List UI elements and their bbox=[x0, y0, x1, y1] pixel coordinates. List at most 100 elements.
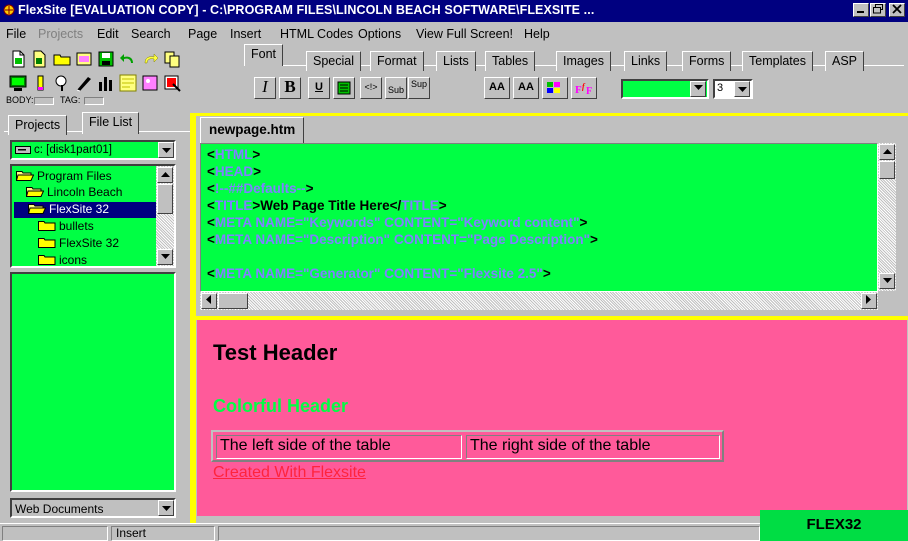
code-editor[interactable]: <HTML> <HEAD> <!--##Defaults--> <TITLE>W… bbox=[200, 143, 878, 292]
scroll-down-button[interactable] bbox=[157, 249, 173, 265]
code-scroll-right[interactable] bbox=[861, 293, 877, 309]
code-scroll-up[interactable] bbox=[879, 144, 895, 160]
drive-dropdown[interactable] bbox=[158, 142, 174, 158]
close-button[interactable] bbox=[889, 3, 905, 17]
main-toolbar: BODY: TAG: bbox=[6, 47, 240, 107]
tree-scroll-thumb[interactable] bbox=[157, 184, 173, 214]
menu-view-full-screen[interactable]: View Full Screen! bbox=[416, 27, 513, 41]
tab-projects[interactable]: Projects bbox=[8, 115, 68, 135]
tag-swatch[interactable] bbox=[84, 97, 104, 105]
tab-links[interactable]: Links bbox=[624, 51, 668, 71]
tab-asp[interactable]: ASP bbox=[825, 51, 865, 71]
code-hscroll-thumb[interactable] bbox=[218, 293, 248, 309]
window-title: FlexSite [EVALUATION COPY] - C:\PROGRAM … bbox=[18, 3, 595, 17]
scroll-up-button[interactable] bbox=[157, 167, 173, 183]
underline-button[interactable]: U bbox=[308, 77, 330, 99]
file-list[interactable] bbox=[10, 272, 176, 492]
folder-label: Lincoln Beach bbox=[47, 185, 123, 199]
spell-check-icon[interactable] bbox=[30, 73, 50, 93]
file-tab-newpage[interactable]: newpage.htm bbox=[200, 117, 305, 143]
folder-label: icons bbox=[59, 253, 88, 267]
tab-lists[interactable]: Lists bbox=[436, 51, 476, 71]
new-document-icon[interactable] bbox=[30, 49, 50, 69]
menu-bar: File Projects Edit Search Page Insert HT… bbox=[0, 24, 908, 44]
tree-item-flexsite-32[interactable]: FlexSite 32 bbox=[38, 236, 119, 252]
new-page-icon[interactable] bbox=[8, 49, 28, 69]
file-filter-select[interactable]: Web Documents bbox=[10, 498, 176, 518]
tab-file-list[interactable]: File List bbox=[82, 112, 140, 134]
save-icon[interactable] bbox=[96, 49, 116, 69]
tree-item-icons[interactable]: icons bbox=[38, 253, 88, 267]
title-bar: FlexSite [EVALUATION COPY] - C:\PROGRAM … bbox=[0, 0, 908, 22]
drive-label: c: [disk1part01] bbox=[34, 144, 112, 156]
redo-icon[interactable] bbox=[140, 49, 160, 69]
menu-page[interactable]: Page bbox=[188, 27, 217, 41]
tree-item-lincoln-beach[interactable]: Lincoln Beach bbox=[26, 185, 122, 201]
monitor-icon[interactable] bbox=[8, 73, 28, 93]
code-vscroll-thumb[interactable] bbox=[879, 161, 895, 179]
menu-options[interactable]: Options bbox=[358, 27, 401, 41]
code-hscrollbar[interactable] bbox=[200, 292, 878, 310]
copy-icon[interactable] bbox=[162, 49, 182, 69]
preview-created-link[interactable]: Created With Flexsite bbox=[213, 464, 366, 482]
image-icon[interactable] bbox=[140, 73, 160, 93]
chart-icon[interactable] bbox=[96, 73, 116, 93]
align-icon bbox=[337, 81, 351, 95]
font-size-down-button[interactable]: AA bbox=[513, 77, 539, 99]
code-scroll-down[interactable] bbox=[879, 273, 895, 289]
minimize-button[interactable] bbox=[853, 3, 869, 17]
font-size-dropdown[interactable] bbox=[734, 81, 750, 97]
body-swatch[interactable] bbox=[34, 97, 54, 105]
bold-button[interactable]: B bbox=[279, 77, 301, 99]
find-icon[interactable] bbox=[52, 73, 72, 93]
edit-pen-icon[interactable] bbox=[74, 73, 94, 93]
tab-templates[interactable]: Templates bbox=[742, 51, 813, 71]
menu-projects[interactable]: Projects bbox=[38, 27, 83, 41]
tab-forms[interactable]: Forms bbox=[682, 51, 732, 71]
code-scroll-left[interactable] bbox=[201, 293, 217, 309]
menu-search[interactable]: Search bbox=[131, 27, 171, 41]
code-line: <HEAD> bbox=[207, 164, 261, 179]
superscript-button[interactable]: Sup bbox=[408, 77, 430, 99]
publish-icon[interactable] bbox=[162, 73, 182, 93]
code-tag-token: META NAME="Generator" CONTENT="Flexsite … bbox=[214, 266, 543, 281]
italic-button[interactable]: I bbox=[254, 77, 276, 99]
open-folder-icon[interactable] bbox=[52, 49, 72, 69]
code-text-token: Web Page Title Here bbox=[260, 198, 390, 213]
maximize-button[interactable] bbox=[870, 3, 886, 17]
comment-button[interactable]: <!> bbox=[360, 77, 382, 99]
tree-item-bullets[interactable]: bullets bbox=[38, 219, 94, 235]
tree-item-program-files[interactable]: Program Files bbox=[16, 169, 112, 185]
font-size-up-button[interactable]: AA bbox=[484, 77, 510, 99]
tab-special[interactable]: Special bbox=[306, 51, 361, 71]
code-text-token: </ bbox=[389, 198, 402, 213]
tab-tables[interactable]: Tables bbox=[485, 51, 536, 71]
code-line: <!--##Defaults--> bbox=[207, 181, 314, 196]
subscript-button[interactable]: Sub bbox=[385, 77, 407, 99]
folder-icon bbox=[38, 238, 56, 248]
filter-dropdown[interactable] bbox=[158, 500, 174, 516]
preview-test-header: Test Header bbox=[213, 340, 338, 365]
tab-font[interactable]: Font bbox=[244, 44, 284, 66]
menu-edit[interactable]: Edit bbox=[97, 27, 119, 41]
color-picker-button[interactable] bbox=[542, 77, 568, 99]
tree-item-flexsite-32-selected[interactable]: FlexSite 32 bbox=[14, 202, 156, 218]
undo-icon[interactable] bbox=[118, 49, 138, 69]
menu-html-codes[interactable]: HTML Codes bbox=[280, 27, 353, 41]
menu-insert[interactable]: Insert bbox=[230, 27, 261, 41]
color-select-dropdown[interactable] bbox=[690, 81, 706, 97]
tab-format[interactable]: Format bbox=[370, 51, 424, 71]
menu-help[interactable]: Help bbox=[524, 27, 550, 41]
align-button[interactable] bbox=[333, 77, 355, 99]
editor-top-border bbox=[196, 113, 908, 116]
arrow-down-icon bbox=[882, 278, 892, 283]
menu-file[interactable]: File bbox=[6, 27, 26, 41]
form-icon[interactable] bbox=[118, 73, 138, 93]
tab-images[interactable]: Images bbox=[556, 51, 611, 71]
drive-select[interactable]: c: [disk1part01] bbox=[10, 140, 176, 160]
code-tag-token: TITLE bbox=[214, 198, 253, 213]
preview-table-cell-right: The right side of the table bbox=[466, 435, 720, 459]
app-icon[interactable] bbox=[2, 3, 16, 17]
font-face-button[interactable]: FfF bbox=[571, 77, 597, 99]
preview-icon[interactable] bbox=[74, 49, 94, 69]
